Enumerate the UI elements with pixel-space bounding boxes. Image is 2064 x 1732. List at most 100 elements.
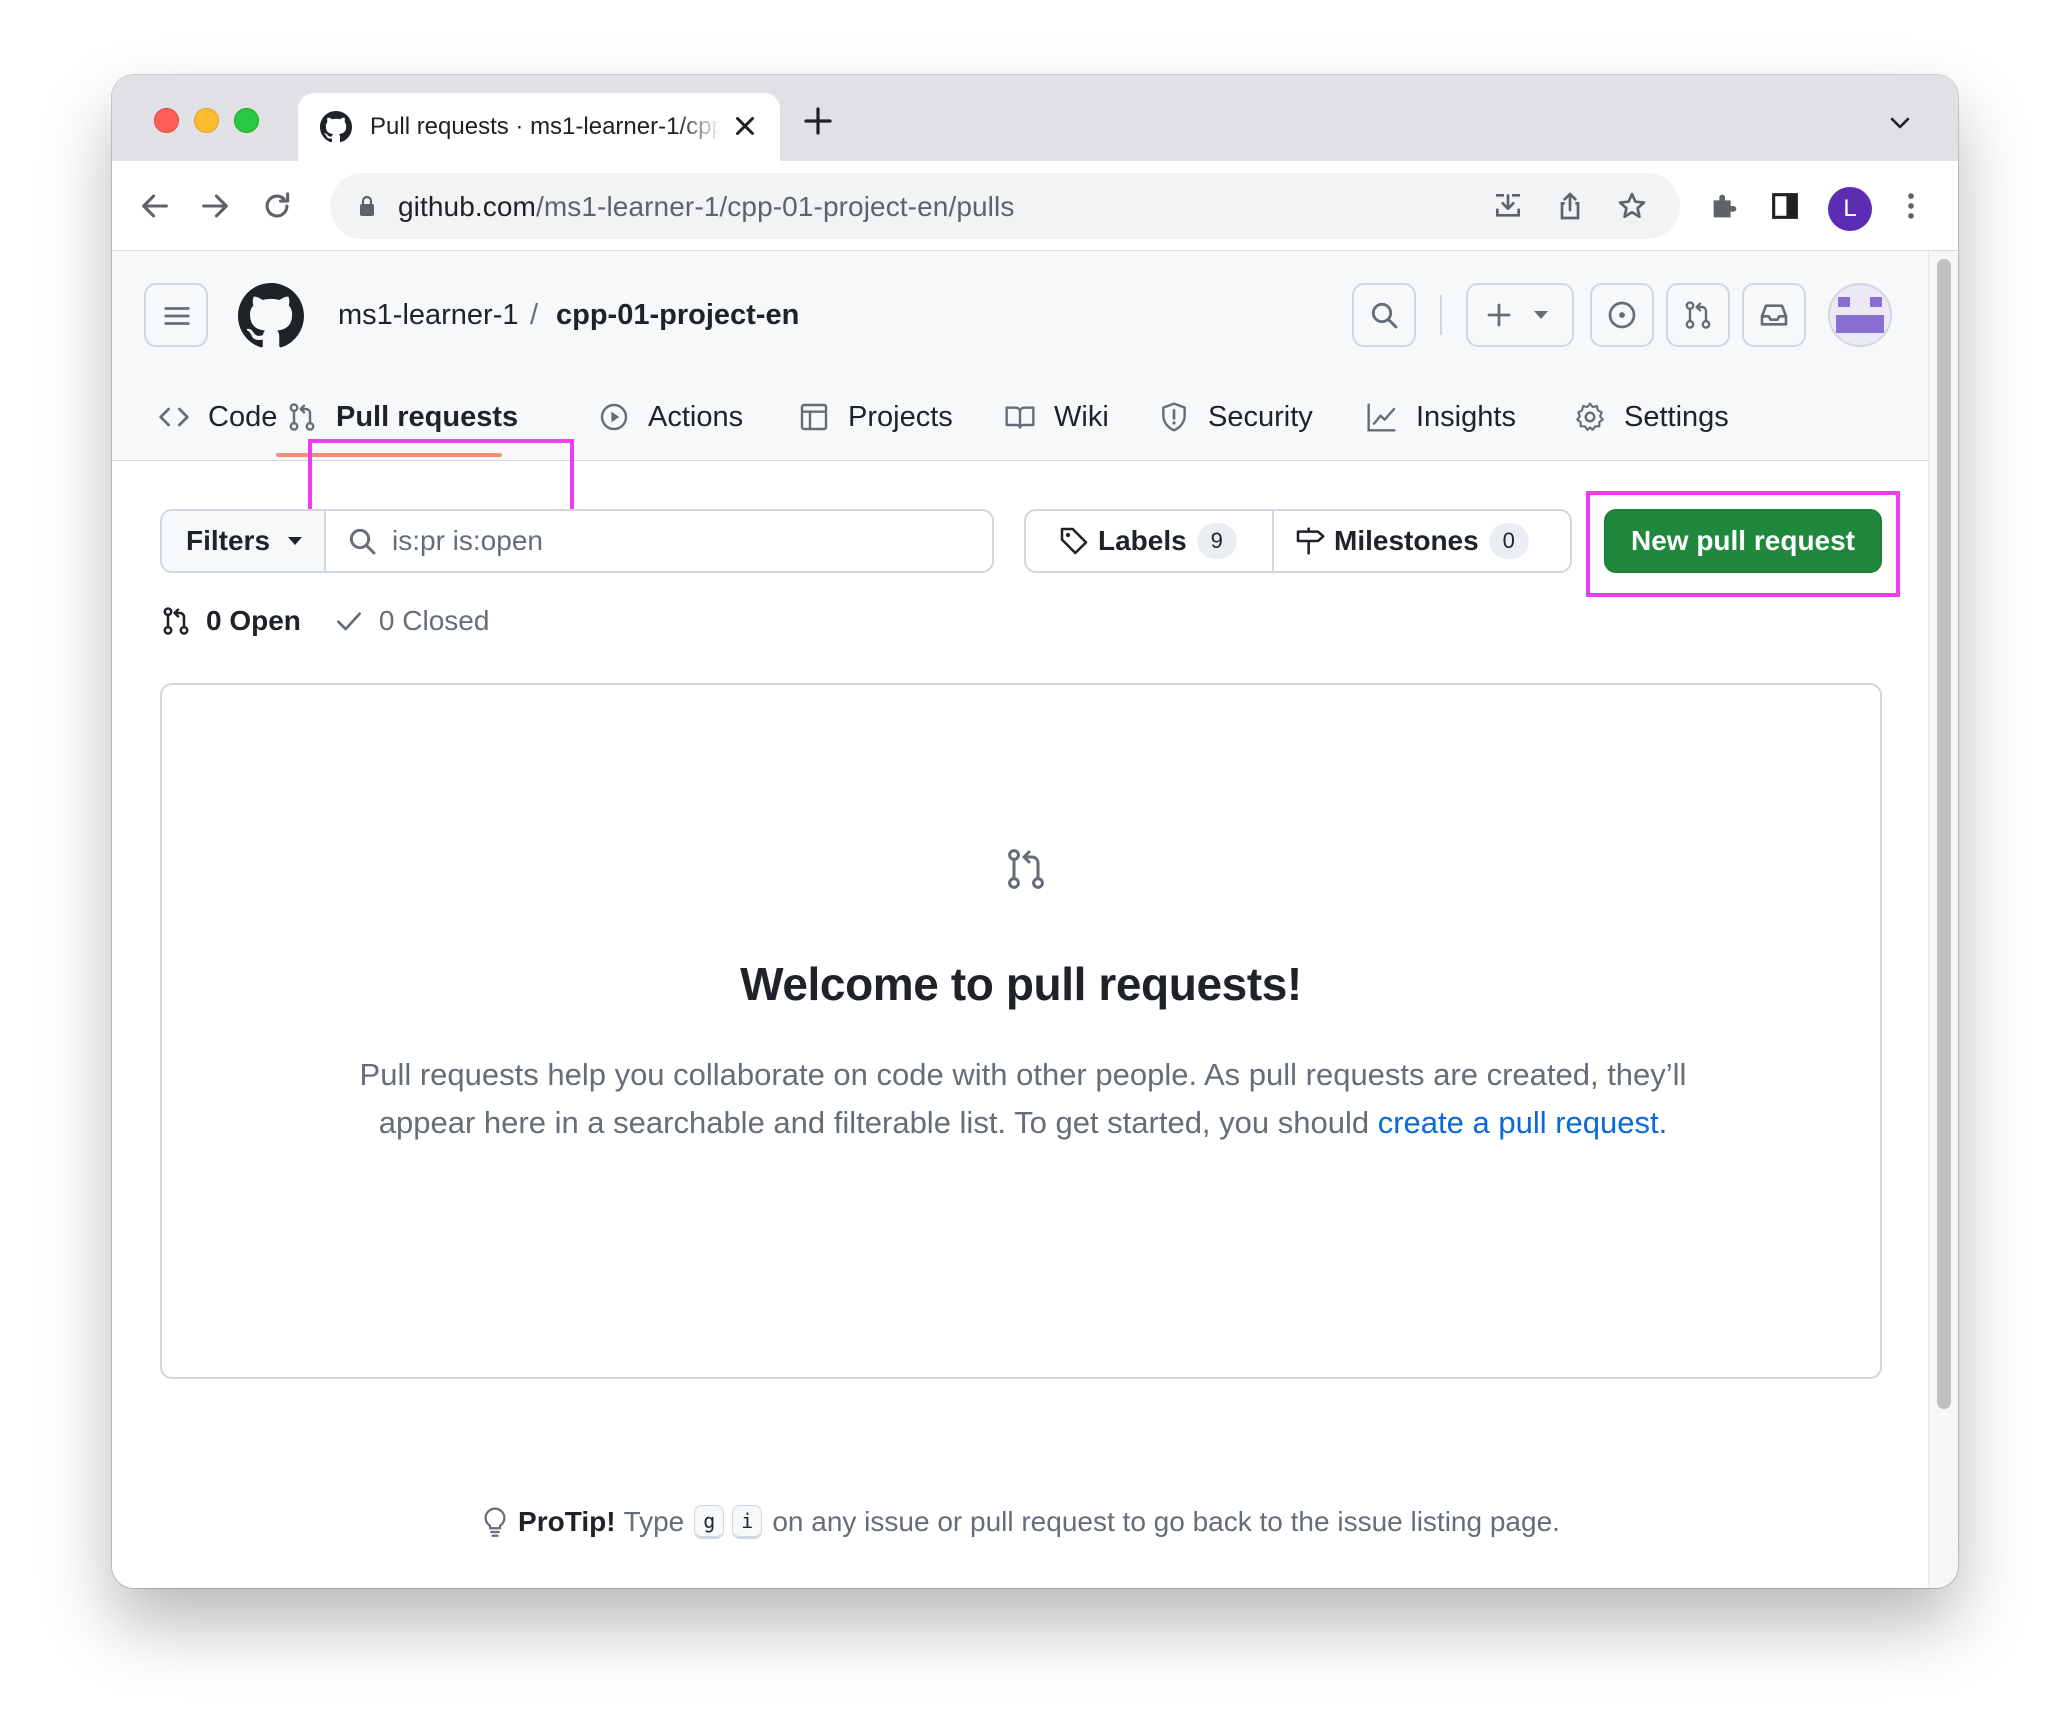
open-filter-link[interactable]: 0 Open <box>160 605 301 637</box>
pull-requests-button[interactable] <box>1666 283 1730 347</box>
create-pull-request-link[interactable]: create a pull request. <box>1378 1105 1668 1140</box>
more-menu-icon[interactable] <box>1894 189 1928 223</box>
protip: ProTip! Type g i on any issue or pull re… <box>112 1505 1928 1539</box>
plus-icon <box>1487 303 1511 327</box>
maximize-window-button[interactable] <box>234 108 259 133</box>
git-pull-request-icon <box>1685 301 1711 329</box>
tab-projects[interactable]: Projects <box>798 373 953 461</box>
tab-actions[interactable]: Actions <box>598 373 743 461</box>
user-avatar[interactable] <box>1828 283 1892 347</box>
git-pull-request-icon <box>1008 849 1044 889</box>
minimize-window-button[interactable] <box>194 108 219 133</box>
milestone-icon <box>1296 527 1325 555</box>
kbd-g: g <box>694 1505 725 1539</box>
browser-toolbar: github.com/ms1-learner-1/cpp-01-project-… <box>112 161 1958 251</box>
empty-state-description: Pull requests help you collaborate on co… <box>342 1051 1704 1147</box>
new-tab-icon[interactable] <box>802 105 834 137</box>
protip-label: ProTip! <box>518 1506 616 1537</box>
url-host: github.com <box>398 191 536 222</box>
empty-state-title: Welcome to pull requests! <box>740 958 1302 1010</box>
github-logo-icon[interactable] <box>238 283 304 349</box>
back-arrow-icon[interactable] <box>138 189 172 223</box>
light-bulb-icon <box>484 1507 506 1537</box>
state-toggles: 0 Open 0 Closed <box>160 601 489 641</box>
search-icon <box>349 528 376 555</box>
play-icon <box>600 403 628 431</box>
extensions-puzzle-icon[interactable] <box>1708 189 1742 223</box>
tab-security-label: Security <box>1208 400 1313 433</box>
tab-actions-label: Actions <box>648 400 744 433</box>
protip-prefix: Type <box>623 1506 685 1537</box>
tab-title: Pull requests · ms1-learner-1/cpp-01-pro… <box>370 113 720 140</box>
page-scrollbar[interactable] <box>1928 251 1958 1588</box>
filter-search-group: Filters is:pr is:open <box>160 509 994 573</box>
tag-icon <box>1060 527 1088 555</box>
labels-label: Labels <box>1098 525 1187 556</box>
issue-opened-icon <box>1608 301 1636 329</box>
profile-avatar[interactable]: L <box>1828 187 1872 231</box>
tab-pull-requests-label: Pull requests <box>336 400 519 433</box>
header-divider <box>1440 295 1442 335</box>
milestones-label: Milestones <box>1334 525 1479 556</box>
check-icon <box>336 612 361 631</box>
tab-insights-label: Insights <box>1416 400 1516 433</box>
tab-wiki[interactable]: Wiki <box>1004 373 1109 461</box>
lock-icon[interactable] <box>358 195 376 217</box>
search-icon <box>1371 302 1398 329</box>
browser-tab-active[interactable]: Pull requests · ms1-learner-1/cpp-01-pro… <box>298 93 780 161</box>
labels-button[interactable]: Labels 9 <box>1058 511 1237 571</box>
open-count-label: 0 Open <box>206 605 301 636</box>
empty-state-box: Welcome to pull requests! Pull requests … <box>160 683 1882 1379</box>
install-app-icon[interactable] <box>1492 190 1524 222</box>
labels-milestones-group: Labels 9 Milestones 0 <box>1024 509 1572 573</box>
filters-dropdown-button[interactable]: Filters <box>162 511 326 571</box>
tab-insights[interactable]: Insights <box>1366 373 1516 461</box>
code-icon <box>159 407 189 427</box>
tab-settings[interactable]: Settings <box>1574 373 1729 461</box>
kbd-i: i <box>732 1505 763 1539</box>
tab-security[interactable]: Security <box>1158 373 1313 461</box>
shield-icon <box>1162 402 1186 432</box>
protip-suffix: on any issue or pull request to go back … <box>772 1506 1560 1537</box>
identicon-icon <box>1830 285 1890 345</box>
github-favicon-icon <box>320 111 352 143</box>
close-tab-icon[interactable] <box>730 111 760 141</box>
tab-code[interactable]: Code <box>158 373 277 461</box>
github-page: ms1-learner-1 / cpp-01-project-en Code P… <box>112 251 1958 1588</box>
repo-header: ms1-learner-1 / cpp-01-project-en Code P… <box>112 251 1928 461</box>
reload-icon[interactable] <box>260 189 294 223</box>
graph-icon <box>1367 403 1396 432</box>
repo-owner-link[interactable]: ms1-learner-1 <box>338 299 519 332</box>
tab-wiki-label: Wiki <box>1054 400 1109 433</box>
closed-filter-link[interactable]: 0 Closed <box>333 605 489 637</box>
address-bar[interactable]: github.com/ms1-learner-1/cpp-01-project-… <box>330 173 1680 239</box>
issues-button[interactable] <box>1590 283 1654 347</box>
create-new-button[interactable] <box>1466 283 1574 347</box>
close-window-button[interactable] <box>154 108 179 133</box>
tab-code-label: Code <box>208 400 278 433</box>
bookmark-star-icon[interactable] <box>1616 190 1648 222</box>
search-button[interactable] <box>1352 283 1416 347</box>
inbox-button[interactable] <box>1742 283 1806 347</box>
chevron-down-icon <box>288 537 303 545</box>
scrollbar-thumb[interactable] <box>1937 259 1951 1409</box>
highlight-new-pull-request <box>1586 491 1900 597</box>
inbox-icon <box>1760 304 1788 326</box>
milestones-count-badge: 0 <box>1488 523 1529 559</box>
share-icon[interactable] <box>1554 190 1586 222</box>
hamburger-icon <box>164 307 190 325</box>
forward-arrow-icon[interactable] <box>198 189 232 223</box>
url-text: github.com/ms1-learner-1/cpp-01-project-… <box>398 191 1014 223</box>
repo-name-link[interactable]: cpp-01-project-en <box>556 299 799 332</box>
side-panel-icon[interactable] <box>1768 189 1802 223</box>
milestones-button[interactable]: Milestones 0 <box>1294 511 1529 571</box>
tab-projects-label: Projects <box>848 400 953 433</box>
book-icon <box>1005 406 1035 429</box>
gear-icon <box>1576 402 1604 431</box>
group-divider <box>1272 511 1274 571</box>
menu-button[interactable] <box>144 283 208 347</box>
search-input[interactable]: is:pr is:open <box>392 525 543 557</box>
tab-search-chevron-icon[interactable] <box>1888 115 1912 131</box>
browser-window: Pull requests · ms1-learner-1/cpp-01-pro… <box>112 75 1958 1588</box>
repo-separator: / <box>530 299 539 331</box>
